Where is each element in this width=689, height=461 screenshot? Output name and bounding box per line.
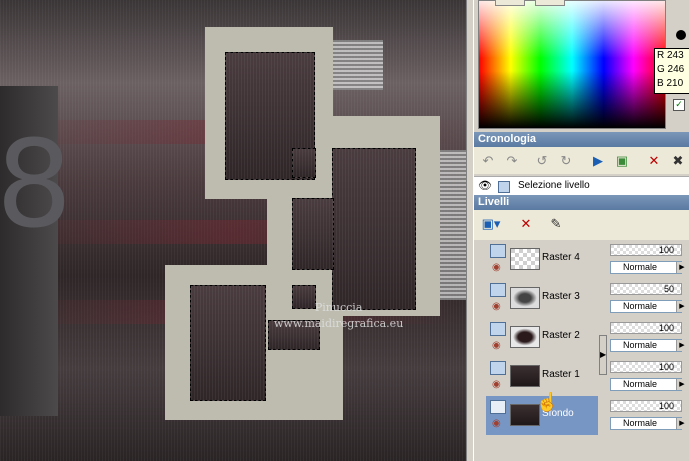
blend-mode-select[interactable]: Normale — [610, 261, 682, 274]
panel-splitter[interactable] — [466, 0, 474, 461]
dropdown-arrow-icon[interactable]: ▶ — [676, 379, 687, 390]
dropdown-arrow-icon[interactable]: ▶ — [676, 262, 687, 273]
layer-name: Raster 3 — [542, 291, 580, 302]
layer-name: Raster 4 — [542, 252, 580, 263]
layer-props-row: 100 Normale ▶ — [610, 357, 689, 396]
watermark-url: www.maidiregrafica.eu — [274, 317, 404, 330]
selection-marquee — [292, 148, 316, 178]
rgb-b-value: B 210 — [657, 78, 684, 89]
visibility-eye-icon[interactable]: ◉ — [492, 418, 501, 429]
dropdown-arrow-icon[interactable]: ▶ — [676, 418, 687, 429]
opacity-slider[interactable]: 100 — [610, 361, 682, 373]
hand-pointer-icon: ☝ — [536, 392, 559, 412]
layer-row[interactable]: ◉ Raster 2 — [486, 318, 599, 357]
visibility-eye-icon[interactable]: ◉ — [492, 301, 501, 312]
clear-history-icon[interactable]: ✖ — [668, 151, 688, 171]
opacity-slider[interactable]: 50 — [610, 283, 682, 295]
redo-icon[interactable]: ↷ — [502, 151, 522, 171]
layer-thumbnail — [510, 248, 540, 270]
layer-props-row: 100 Normale ▶ — [610, 240, 689, 279]
delete-layer-icon[interactable]: ✕ — [516, 214, 536, 234]
decorative-glyph: 8 — [0, 116, 73, 255]
stripe-pattern — [333, 40, 383, 90]
opacity-slider[interactable]: 100 — [610, 244, 682, 256]
selection-marquee — [190, 285, 266, 401]
selection-marquee — [292, 198, 334, 270]
blend-mode-select[interactable]: Normale — [610, 378, 682, 391]
palette-tab[interactable] — [495, 0, 525, 6]
new-layer-dropdown-icon[interactable]: ▣▾ — [478, 214, 504, 234]
opacity-slider[interactable]: 100 — [610, 322, 682, 334]
color-spectrum[interactable] — [478, 0, 666, 129]
rgb-tooltip: R 243 G 246 B 210 — [654, 48, 689, 94]
redo-alt-icon[interactable]: ↻ — [556, 151, 576, 171]
scrollbar-thumb[interactable]: ▶ — [599, 335, 607, 375]
layers-toolbar: ▣▾ ✕ ✎ — [474, 210, 689, 240]
undo-icon[interactable]: ↶ — [478, 151, 498, 171]
layer-name: Raster 1 — [542, 369, 580, 380]
layer-name: Raster 2 — [542, 330, 580, 341]
layer-thumbnail — [510, 287, 540, 309]
layer-row[interactable]: ◉ Raster 4 — [486, 240, 599, 279]
layers-scrollbar[interactable]: ▶ — [598, 240, 608, 461]
layer-row[interactable]: ◉ Raster 3 — [486, 279, 599, 318]
rgb-r-value: R 243 — [657, 50, 684, 61]
layer-row[interactable]: ◉ Raster 1 — [486, 357, 599, 396]
foreground-swatch[interactable] — [676, 30, 686, 40]
image-canvas[interactable]: 8 Pinuccia www.maidiregrafica.eu — [0, 0, 466, 461]
selection-marquee — [332, 148, 416, 310]
layer-select-icon — [498, 181, 510, 193]
delete-history-icon[interactable]: ✕ — [644, 151, 664, 171]
raster-layer-icon — [490, 283, 506, 297]
history-apply-icon[interactable]: ▶ — [588, 151, 608, 171]
visibility-eye-icon[interactable]: ◉ — [492, 379, 501, 390]
edit-selection-icon[interactable]: ✎ — [546, 214, 566, 234]
watermark-author: Pinuccia — [314, 301, 363, 314]
layer-props-row: 50 Normale ▶ — [610, 279, 689, 318]
layer-thumbnail — [510, 326, 540, 348]
layers-list: ◉ Raster 4 ◉ Raster 3 ◉ Raster 2 ◉ Raste… — [486, 240, 599, 461]
blend-mode-select[interactable]: Normale — [610, 417, 682, 430]
history-item[interactable]: 👁 Selezione livello — [474, 176, 689, 197]
raster-layer-icon — [490, 361, 506, 375]
visibility-eye-icon[interactable]: ◉ — [492, 340, 501, 351]
layers-header[interactable]: Livelli — [474, 195, 689, 210]
watermark: Pinuccia www.maidiregrafica.eu — [274, 300, 403, 332]
history-header[interactable]: Cronologia — [474, 132, 689, 147]
raster-layer-icon — [490, 322, 506, 336]
layer-thumbnail — [510, 365, 540, 387]
raster-layer-icon — [490, 244, 506, 258]
palette-tab[interactable] — [535, 0, 565, 6]
visibility-eye-icon[interactable]: ◉ — [492, 262, 501, 273]
history-item-label: Selezione livello — [518, 180, 590, 191]
layer-properties: 100 Normale ▶ 50 Normale ▶ 100 Normale ▶… — [610, 240, 689, 461]
dropdown-arrow-icon[interactable]: ▶ — [676, 340, 687, 351]
undo-alt-icon[interactable]: ↺ — [532, 151, 552, 171]
rgb-g-value: G 246 — [657, 64, 685, 75]
right-palettes: R 243 G 246 B 210 ✓ Cronologia ↶ ↷ ↺ ↻ ▶… — [474, 0, 689, 461]
history-toolbar: ↶ ↷ ↺ ↻ ▶ ▣ ✕ ✖ — [474, 147, 689, 174]
history-copy-icon[interactable]: ▣ — [612, 151, 632, 171]
blend-mode-select[interactable]: Normale — [610, 300, 682, 313]
blend-mode-select[interactable]: Normale — [610, 339, 682, 352]
left-decoration: 8 — [0, 86, 72, 416]
opacity-slider[interactable]: 100 — [610, 400, 682, 412]
dropdown-arrow-icon[interactable]: ▶ — [676, 301, 687, 312]
visibility-eye-icon[interactable]: 👁 — [478, 177, 492, 195]
background-layer-icon — [490, 400, 506, 414]
color-lock-checkbox[interactable]: ✓ — [673, 99, 685, 111]
layer-props-row: 100 Normale ▶ — [610, 396, 689, 435]
layer-props-row: 100 Normale ▶ — [610, 318, 689, 357]
